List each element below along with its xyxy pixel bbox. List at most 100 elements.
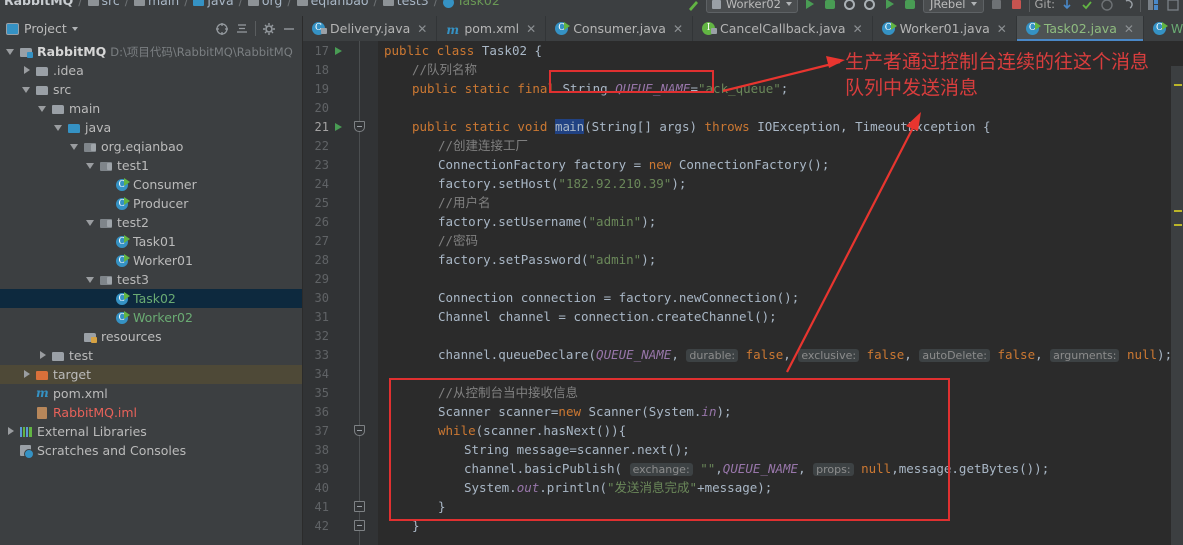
gutter-line-35[interactable]: 35 <box>303 383 378 402</box>
gutter-line-17[interactable]: 17 <box>303 41 378 60</box>
gutter-line-37[interactable]: 37 <box>303 421 378 440</box>
profiler-icon[interactable] <box>863 0 878 12</box>
git-commit-icon[interactable] <box>1080 0 1095 12</box>
breadcrumb-item-src[interactable]: src <box>87 0 120 8</box>
tree-item-test[interactable]: test <box>0 346 302 365</box>
gutter-line-38[interactable]: 38 <box>303 440 378 459</box>
search-icon[interactable] <box>1166 0 1181 12</box>
tree-item-idea[interactable]: .idea <box>0 61 302 80</box>
warning-marker[interactable] <box>1174 210 1182 212</box>
chevron-down-icon[interactable] <box>86 218 95 227</box>
gutter-line-31[interactable]: 31 <box>303 307 378 326</box>
close-icon[interactable]: ✕ <box>1124 22 1134 36</box>
chevron-down-icon[interactable] <box>54 123 63 132</box>
breadcrumb-item-org[interactable]: org <box>247 0 282 8</box>
gutter-line-27[interactable]: 27 <box>303 231 378 250</box>
tree-item-java[interactable]: java <box>0 118 302 137</box>
run-gutter-icon[interactable] <box>335 46 342 55</box>
tree-item-producer[interactable]: C Producer <box>0 194 302 213</box>
tree-item-test1[interactable]: test1 <box>0 156 302 175</box>
tree-item-src[interactable]: src <box>0 80 302 99</box>
editor-tab-task02-java[interactable]: C Task02.java ✕ <box>1016 16 1144 41</box>
tree-item-resources[interactable]: resources <box>0 327 302 346</box>
breadcrumb-item-eqianbao[interactable]: eqianbao <box>296 0 369 8</box>
gutter-line-32[interactable]: 32 <box>303 326 378 345</box>
chevron-right-icon[interactable] <box>6 427 15 436</box>
tree-item-test2[interactable]: test2 <box>0 213 302 232</box>
fold-close-icon[interactable] <box>354 520 365 531</box>
editor-gutter[interactable]: 17 18 19 20 21 22 23 24 25 26 27 28 29 30 31 32 33 34 35 36… <box>303 41 378 545</box>
gutter-line-22[interactable]: 22 <box>303 136 378 155</box>
tree-item-consumer[interactable]: C Consumer <box>0 175 302 194</box>
chevron-down-icon[interactable] <box>86 161 95 170</box>
tree-item-target[interactable]: target <box>0 365 302 384</box>
gutter-line-25[interactable]: 25 <box>303 193 378 212</box>
tree-item-rabbitmq[interactable]: RabbitMQ D:\项目代码\RabbitMQ\RabbitMQ <box>0 42 302 61</box>
gutter-line-40[interactable]: 40 <box>303 478 378 497</box>
tree-item-rabbitmq-iml[interactable]: RabbitMQ.iml <box>0 403 302 422</box>
gutter-line-18[interactable]: 18 <box>303 60 378 79</box>
gutter-line-23[interactable]: 23 <box>303 155 378 174</box>
chevron-down-icon[interactable] <box>70 142 79 151</box>
editor-tab-bar[interactable]: C Delivery.java ✕ m pom.xml ✕ C Consumer.java ✕ I… <box>303 16 1183 41</box>
gutter-line-39[interactable]: 39 <box>303 459 378 478</box>
debug-icon[interactable] <box>823 0 838 12</box>
breadcrumb-item-task02[interactable]: Task02 <box>442 0 500 8</box>
editor-tab-pom-xml[interactable]: m pom.xml ✕ <box>437 16 547 41</box>
jrebel-selector[interactable]: JRebel <box>922 0 984 13</box>
editor-tab-delivery-java[interactable]: C Delivery.java ✕ <box>303 16 438 41</box>
tree-item-test3[interactable]: test3 <box>0 270 302 289</box>
layout-icon[interactable] <box>1146 0 1161 12</box>
chevron-down-icon[interactable] <box>6 47 15 56</box>
project-tree[interactable]: RabbitMQ D:\项目代码\RabbitMQ\RabbitMQ .idea sr… <box>0 41 302 545</box>
close-icon[interactable]: ✕ <box>853 22 863 36</box>
gutter-line-30[interactable]: 30 <box>303 288 378 307</box>
jrebel-run-icon[interactable] <box>883 0 898 12</box>
chevron-down-icon[interactable] <box>22 85 31 94</box>
attach-icon[interactable] <box>1009 0 1024 12</box>
chevron-right-icon[interactable] <box>22 370 31 379</box>
tree-item-worker02[interactable]: C Worker02 <box>0 308 302 327</box>
warning-marker[interactable] <box>1174 224 1182 226</box>
git-history-icon[interactable] <box>1100 0 1115 12</box>
jrebel-debug-icon[interactable] <box>903 0 918 12</box>
gear-icon[interactable] <box>262 22 276 36</box>
gutter-line-24[interactable]: 24 <box>303 174 378 193</box>
error-stripe-gutter[interactable] <box>1171 66 1183 545</box>
fold-open-icon[interactable] <box>354 425 365 436</box>
gutter-line-28[interactable]: 28 <box>303 250 378 269</box>
gutter-line-33[interactable]: 33 <box>303 345 378 364</box>
chevron-right-icon[interactable] <box>38 351 47 360</box>
chevron-down-icon[interactable] <box>86 275 95 284</box>
code-text[interactable]: public class Task02 { //队列名称 public stat… <box>378 41 1183 545</box>
tree-item-main[interactable]: main <box>0 99 302 118</box>
chevron-right-icon[interactable] <box>22 66 31 75</box>
fold-open-icon[interactable] <box>354 121 365 132</box>
editor-tab-consumer-java[interactable]: C Consumer.java ✕ <box>546 16 694 41</box>
breadcrumb-item-test3[interactable]: test3 <box>382 0 429 8</box>
close-icon[interactable]: ✕ <box>673 22 683 36</box>
gutter-line-34[interactable]: 34 <box>303 364 378 383</box>
gutter-line-20[interactable]: 20 <box>303 98 378 117</box>
editor-tab-worker02-java[interactable]: CWorker02.java✕ <box>1144 16 1183 41</box>
close-icon[interactable]: ✕ <box>997 22 1007 36</box>
gutter-line-26[interactable]: 26 <box>303 212 378 231</box>
gutter-line-42[interactable]: 42 <box>303 516 378 535</box>
editor-tab-worker01-java[interactable]: C Worker01.java ✕ <box>873 16 1017 41</box>
fold-close-icon[interactable] <box>354 501 365 512</box>
close-icon[interactable]: ✕ <box>526 22 536 36</box>
breadcrumb-item-main[interactable]: main <box>133 0 179 8</box>
run-configuration-selector[interactable]: Worker02 <box>705 0 798 13</box>
run-gutter-icon[interactable] <box>335 122 342 131</box>
git-update-icon[interactable] <box>1060 0 1075 12</box>
gutter-line-41[interactable]: 41 <box>303 497 378 516</box>
gutter-line-21[interactable]: 21 <box>303 117 378 136</box>
code-editor[interactable]: 17 18 19 20 21 22 23 24 25 26 27 28 29 30 31 32 33 34 35 36… <box>303 41 1183 545</box>
editor-tab-cancelcallback-java[interactable]: I CancelCallback.java ✕ <box>693 16 873 41</box>
tree-item-scratches-and-consoles[interactable]: Scratches and Consoles <box>0 441 302 460</box>
tree-item-task02[interactable]: C Task02 <box>0 289 302 308</box>
locate-icon[interactable] <box>215 22 229 36</box>
tree-item-external-libraries[interactable]: External Libraries <box>0 422 302 441</box>
tree-item-worker01[interactable]: C Worker01 <box>0 251 302 270</box>
tree-item-org-eqianbao[interactable]: org.eqianbao <box>0 137 302 156</box>
